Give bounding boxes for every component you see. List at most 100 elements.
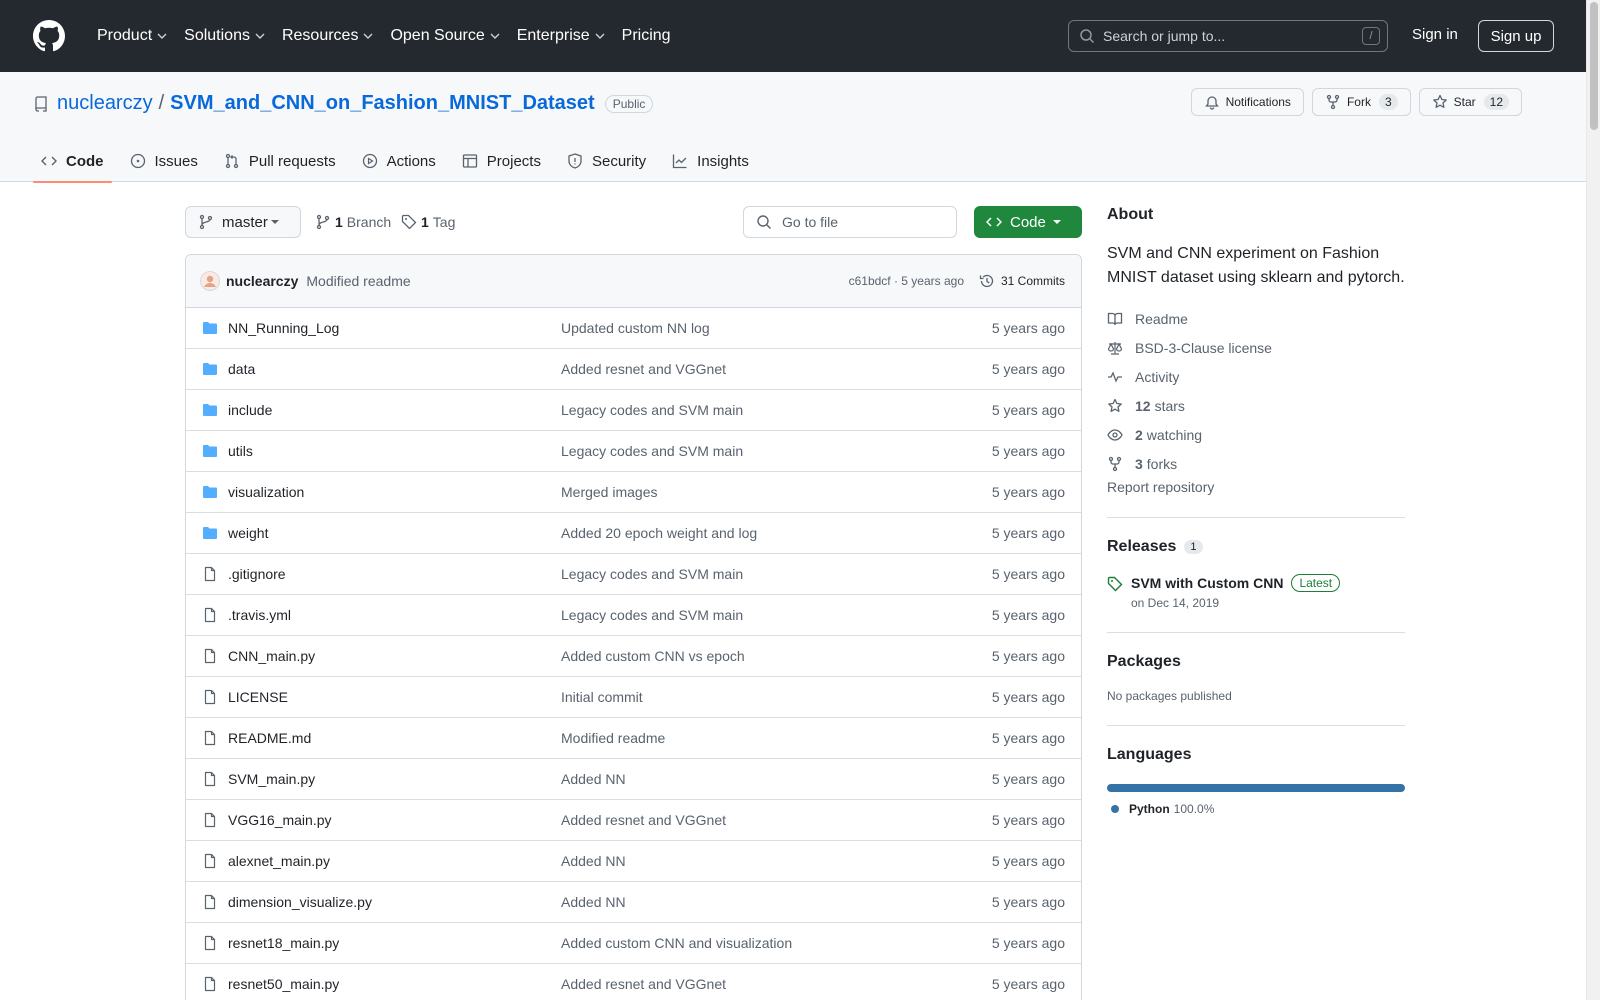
file-row[interactable]: alexnet_main.py Added NN 5 years ago xyxy=(186,841,1081,882)
file-commit-message-link[interactable]: Added custom CNN and visualization xyxy=(561,935,792,951)
tab-pull-requests[interactable]: Pull requests xyxy=(216,140,344,182)
file-row[interactable]: visualization Merged images 5 years ago xyxy=(186,472,1081,513)
releases-heading[interactable]: Releases xyxy=(1107,538,1176,556)
file-commit-message-link[interactable]: Legacy codes and SVM main xyxy=(561,443,743,459)
file-row[interactable]: NN_Running_Log Updated custom NN log 5 yea… xyxy=(186,308,1081,349)
file-name-link[interactable]: .gitignore xyxy=(228,566,286,582)
branch-select-button[interactable]: master xyxy=(185,206,301,238)
sign-in-link[interactable]: Sign in xyxy=(1412,26,1458,43)
fork-button[interactable]: Fork 3 xyxy=(1311,88,1411,116)
file-name-link[interactable]: alexnet_main.py xyxy=(228,853,330,869)
latest-commit-bar: nuclearczy Modified readme c61bdcf · 5 y… xyxy=(186,255,1081,308)
repo-name-link[interactable]: SVM_and_CNN_on_Fashion_MNIST_Dataset xyxy=(170,92,595,115)
file-name-link[interactable]: weight xyxy=(228,525,268,541)
report-repository-link[interactable]: Report repository xyxy=(1107,479,1405,495)
file-commit-age: 5 years ago xyxy=(991,935,1065,951)
file-commit-message-link[interactable]: Added resnet and VGGnet xyxy=(561,361,726,377)
file-commit-message-link[interactable]: Updated custom NN log xyxy=(561,320,710,336)
nav-resources[interactable]: Resources xyxy=(274,16,382,56)
file-commit-message-link[interactable]: Legacy codes and SVM main xyxy=(561,566,743,582)
file-name-link[interactable]: include xyxy=(228,402,272,418)
commit-author-link[interactable]: nuclearczy xyxy=(226,273,298,289)
file-row[interactable]: include Legacy codes and SVM main 5 years … xyxy=(186,390,1081,431)
file-name-link[interactable]: .travis.yml xyxy=(228,607,291,623)
tags-link[interactable]: 1 Tag xyxy=(401,206,455,238)
file-name-link[interactable]: resnet18_main.py xyxy=(228,935,339,951)
file-commit-message-link[interactable]: Initial commit xyxy=(561,689,643,705)
file-row[interactable]: dimension_visualize.py Added NN 5 years ag… xyxy=(186,882,1081,923)
repo-owner-link[interactable]: nuclearczy xyxy=(57,92,153,115)
license-link[interactable]: BSD-3-Clause license xyxy=(1107,333,1405,362)
watching-link[interactable]: 2 watching xyxy=(1107,420,1405,449)
tab-security[interactable]: Security xyxy=(559,140,654,182)
file-commit-message-link[interactable]: Legacy codes and SVM main xyxy=(561,607,743,623)
watching-count: 2 xyxy=(1135,426,1143,443)
commits-history-link[interactable]: 31 Commits xyxy=(979,273,1065,289)
file-commit-message-link[interactable]: Added 20 epoch weight and log xyxy=(561,525,757,541)
file-commit-message-link[interactable]: Merged images xyxy=(561,484,658,500)
file-name-link[interactable]: utils xyxy=(228,443,253,459)
commit-hash-time[interactable]: c61bdcf · 5 years ago xyxy=(849,274,964,288)
page-scrollbar[interactable] xyxy=(1586,0,1600,1000)
file-name-link[interactable]: data xyxy=(228,361,255,377)
stars-link[interactable]: 12 stars xyxy=(1107,391,1405,420)
tab-insights[interactable]: Insights xyxy=(664,140,757,182)
file-row[interactable]: LICENSE Initial commit 5 years ago xyxy=(186,677,1081,718)
file-name-link[interactable]: SVM_main.py xyxy=(228,771,315,787)
file-row[interactable]: SVM_main.py Added NN 5 years ago xyxy=(186,759,1081,800)
tab-code[interactable]: Code xyxy=(33,140,112,183)
file-commit-message-link[interactable]: Added custom CNN vs epoch xyxy=(561,648,745,664)
file-row[interactable]: README.md Modified readme 5 years ago xyxy=(186,718,1081,759)
avatar[interactable] xyxy=(200,271,220,291)
notifications-button[interactable]: Notifications xyxy=(1190,88,1304,116)
file-name-link[interactable]: VGG16_main.py xyxy=(228,812,332,828)
language-item-python[interactable]: Python 100.0% xyxy=(1107,802,1405,816)
file-row[interactable]: resnet50_main.py Added resnet and VGGnet 5… xyxy=(186,964,1081,1000)
file-name-link[interactable]: NN_Running_Log xyxy=(228,320,339,336)
file-commit-message-link[interactable]: Added NN xyxy=(561,771,626,787)
nav-solutions[interactable]: Solutions xyxy=(176,16,274,56)
sign-up-button[interactable]: Sign up xyxy=(1478,20,1554,52)
tab-issues[interactable]: Issues xyxy=(122,140,206,182)
readme-link[interactable]: Readme xyxy=(1107,304,1405,333)
nav-open-source[interactable]: Open Source xyxy=(382,16,508,56)
file-row[interactable]: resnet18_main.py Added custom CNN and vis… xyxy=(186,923,1081,964)
latest-release[interactable]: SVM with Custom CNN Latest on Dec 14, 20… xyxy=(1107,574,1405,610)
activity-link[interactable]: Activity xyxy=(1107,362,1405,391)
branches-link[interactable]: 1 Branch xyxy=(315,206,391,238)
star-button[interactable]: Star 12 xyxy=(1418,88,1522,116)
go-to-file-input[interactable]: Go to file xyxy=(743,206,957,238)
file-commit-message-link[interactable]: Added NN xyxy=(561,894,626,910)
scrollbar-thumb[interactable] xyxy=(1590,2,1598,130)
global-search-input[interactable]: Search or jump to... / xyxy=(1068,20,1388,52)
file-row[interactable]: .travis.yml Legacy codes and SVM main 5 ye… xyxy=(186,595,1081,636)
file-row[interactable]: VGG16_main.py Added resnet and VGGnet 5 ye… xyxy=(186,800,1081,841)
file-commit-message-link[interactable]: Modified readme xyxy=(561,730,665,746)
file-name-link[interactable]: resnet50_main.py xyxy=(228,976,339,992)
file-commit-message-link[interactable]: Legacy codes and SVM main xyxy=(561,402,743,418)
packages-heading[interactable]: Packages xyxy=(1107,653,1405,671)
tab-projects[interactable]: Projects xyxy=(454,140,549,182)
github-logo-icon[interactable] xyxy=(33,20,65,52)
file-name-link[interactable]: LICENSE xyxy=(228,689,288,705)
file-commit-message-link[interactable]: Added resnet and VGGnet xyxy=(561,812,726,828)
file-row[interactable]: utils Legacy codes and SVM main 5 years ag… xyxy=(186,431,1081,472)
file-name-link[interactable]: visualization xyxy=(228,484,304,500)
release-name[interactable]: SVM with Custom CNN xyxy=(1131,575,1283,591)
file-name-link[interactable]: README.md xyxy=(228,730,311,746)
file-commit-message-link[interactable]: Added resnet and VGGnet xyxy=(561,976,726,992)
nav-product[interactable]: Product xyxy=(89,16,176,56)
file-name-link[interactable]: dimension_visualize.py xyxy=(228,894,372,910)
file-commit-message-link[interactable]: Added NN xyxy=(561,853,626,869)
file-row[interactable]: CNN_main.py Added custom CNN vs epoch 5 ye… xyxy=(186,636,1081,677)
forks-link[interactable]: 3 forks xyxy=(1107,449,1405,478)
file-row[interactable]: weight Added 20 epoch weight and log 5 yea… xyxy=(186,513,1081,554)
nav-enterprise[interactable]: Enterprise xyxy=(509,16,614,56)
commit-message-link[interactable]: Modified readme xyxy=(306,273,410,289)
file-row[interactable]: data Added resnet and VGGnet 5 years ago xyxy=(186,349,1081,390)
tab-actions[interactable]: Actions xyxy=(354,140,444,182)
code-dropdown-button[interactable]: Code xyxy=(974,206,1082,238)
nav-pricing[interactable]: Pricing xyxy=(614,16,679,56)
file-row[interactable]: .gitignore Legacy codes and SVM main 5 yea… xyxy=(186,554,1081,595)
file-name-link[interactable]: CNN_main.py xyxy=(228,648,315,664)
